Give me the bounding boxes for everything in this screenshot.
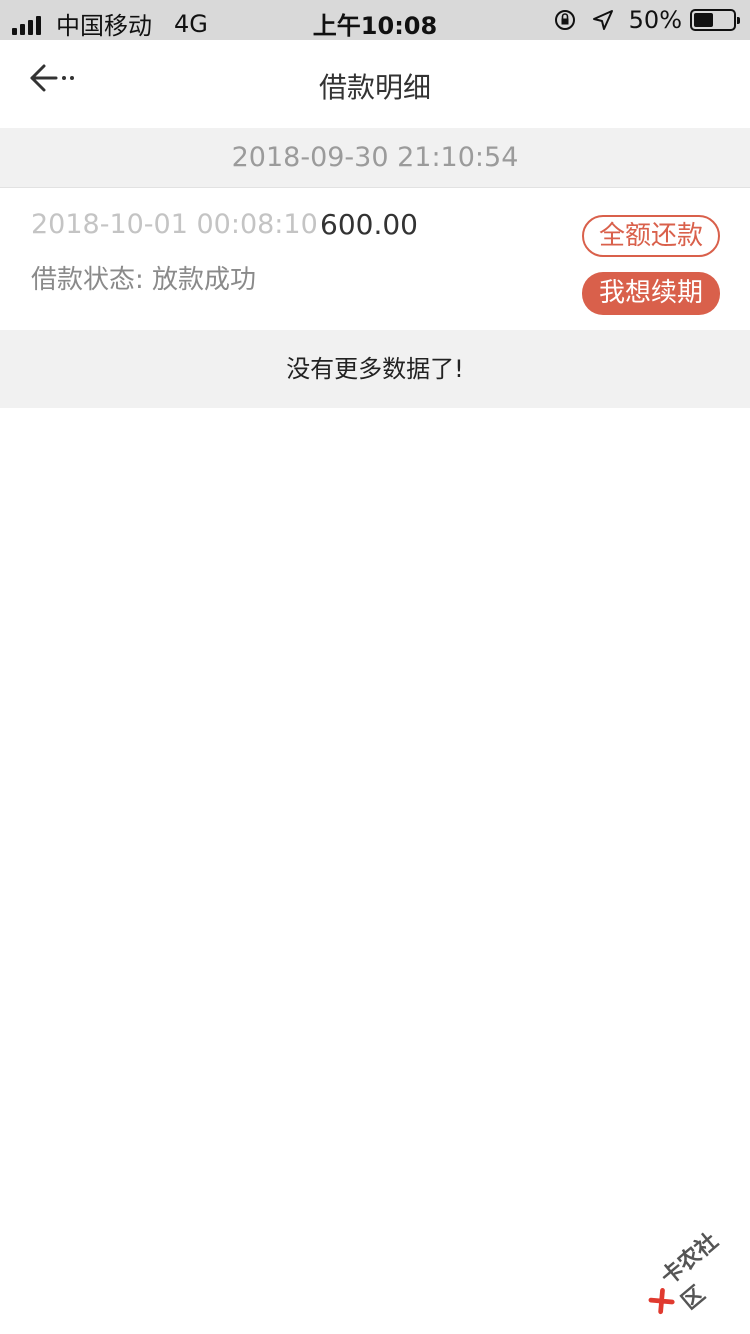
loan-status: 借款状态: 放款成功 [31, 265, 257, 295]
battery-icon [690, 9, 740, 31]
status-bar: 中国移动 4G 上午10:08 50% [0, 0, 750, 40]
date-section-header: 2018-09-30 21:10:54 [0, 128, 750, 188]
renew-loan-button[interactable]: 我想续期 [582, 272, 720, 315]
page: 中国移动 4G 上午10:08 50% 借款明细 2018-09-30 21:1… [0, 0, 750, 1334]
watermark: 卡农社区 [630, 1211, 750, 1334]
battery-fill [694, 13, 713, 27]
full-repay-button[interactable]: 全额还款 [582, 215, 720, 257]
location-icon [592, 10, 613, 30]
no-more-data-text: 没有更多数据了! [0, 330, 750, 408]
nav-bar: 借款明细 [0, 40, 750, 128]
loan-record-row: 2018-10-01 00:08:10 600.00 借款状态: 放款成功 全额… [0, 189, 750, 329]
loan-amount: 600.00 [320, 208, 418, 241]
orientation-lock-icon [554, 10, 575, 30]
battery-percent: 50% [628, 6, 682, 34]
loan-time: 2018-10-01 00:08:10 [31, 209, 318, 240]
page-title: 借款明细 [318, 71, 431, 104]
status-right: 50% [553, 6, 740, 34]
